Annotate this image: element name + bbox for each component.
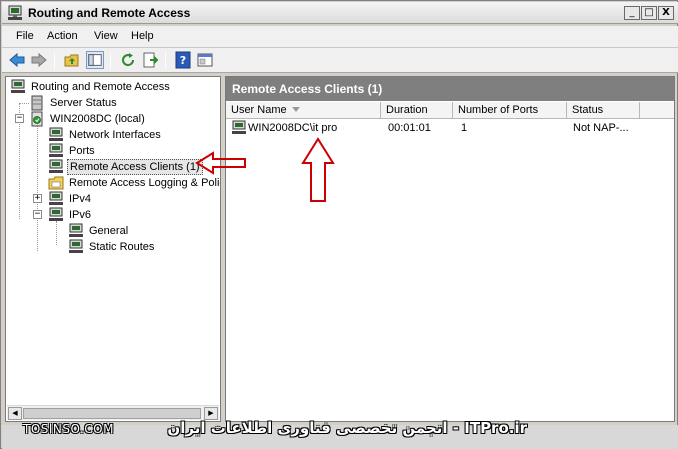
- forward-icon[interactable]: [30, 51, 48, 69]
- ipv6-icon: [49, 207, 63, 221]
- close-button[interactable]: X: [658, 6, 674, 20]
- svg-text:?: ?: [180, 54, 186, 67]
- toolbar-separator: [54, 52, 55, 69]
- tree-item-label: WIN2008DC (local): [50, 113, 145, 125]
- watermark-itpro: ITPro.ir - انجمن تخصصی فناوری اطلاعات ای…: [167, 419, 527, 437]
- ports-icon: [49, 143, 63, 157]
- watermark-tosinso: TOSINSO.COM: [23, 422, 114, 436]
- console-tree[interactable]: Routing and Remote Access Server Status …: [5, 76, 221, 422]
- title-bar[interactable]: Routing and Remote Access _ □ X: [2, 2, 678, 24]
- ipv4-icon: [49, 191, 63, 205]
- details-pane-title: Remote Access Clients (1): [226, 77, 674, 101]
- sort-descending-icon: [292, 107, 300, 112]
- scroll-thumb[interactable]: [23, 408, 201, 419]
- tree-item-label: Static Routes: [89, 241, 155, 253]
- column-duration[interactable]: Duration: [381, 102, 453, 119]
- menu-help[interactable]: Help: [131, 30, 154, 42]
- logging-folder-icon: [48, 176, 64, 190]
- remote-client-icon: [232, 120, 246, 134]
- tree-horizontal-scrollbar[interactable]: ◀ ▶: [7, 405, 219, 420]
- tree-connector: [19, 103, 29, 104]
- tree-connector: [37, 125, 38, 251]
- network-interfaces-icon: [49, 127, 63, 141]
- tree-item-label: Server Status: [50, 97, 117, 109]
- expand-ipv4-icon[interactable]: +: [33, 194, 42, 203]
- column-label: Number of Ports: [458, 104, 539, 116]
- annotation-left-arrow: [195, 151, 246, 175]
- cell-status: Not NAP-...: [573, 122, 629, 134]
- menu-file[interactable]: File: [16, 30, 34, 42]
- maximize-button[interactable]: □: [641, 6, 657, 20]
- cell-number-of-ports: 1: [461, 122, 468, 134]
- collapse-server-icon[interactable]: −: [15, 114, 24, 123]
- tree-item-label: IPv4: [69, 193, 92, 205]
- toolbar-separator: [165, 52, 166, 69]
- column-number-of-ports[interactable]: Number of Ports: [453, 102, 567, 119]
- server-status-icon: [31, 95, 43, 111]
- back-icon[interactable]: [8, 51, 26, 69]
- tree-item-label: General: [89, 225, 129, 237]
- rras-icon: [11, 79, 25, 93]
- window-title: Routing and Remote Access: [28, 6, 191, 20]
- server-icon: [31, 111, 43, 127]
- tree-connector: [56, 221, 57, 245]
- static-routes-icon: [69, 239, 83, 253]
- help-icon[interactable]: ?: [174, 51, 192, 69]
- menu-action[interactable]: Action: [47, 30, 78, 42]
- column-user-name[interactable]: User Name: [226, 102, 381, 119]
- tree-item-label: Remote Access Clients (1): [67, 159, 203, 175]
- tree-item-label: Remote Access Logging & Policies: [69, 177, 220, 189]
- annotation-up-arrow: [301, 137, 335, 202]
- minimize-button[interactable]: _: [624, 6, 640, 20]
- menu-bar: File Action View Help: [2, 26, 678, 47]
- export-list-icon[interactable]: [141, 51, 159, 69]
- column-label: Status: [572, 104, 604, 116]
- tree-item-label: Network Interfaces: [69, 129, 161, 141]
- up-folder-icon[interactable]: [63, 51, 81, 69]
- column-label: User Name: [231, 104, 287, 116]
- cell-user-name: WIN2008DC\it pro: [248, 122, 338, 134]
- tree-item-label: IPv6: [69, 209, 92, 221]
- menu-view[interactable]: View: [94, 30, 118, 42]
- tree-item-label: Ports: [69, 145, 95, 157]
- column-label: Duration: [386, 104, 428, 116]
- collapse-ipv6-icon[interactable]: −: [33, 210, 42, 219]
- properties-icon[interactable]: [196, 51, 214, 69]
- details-pane: Remote Access Clients (1) User Name Dura…: [225, 76, 675, 422]
- toolbar: ?: [2, 47, 678, 73]
- general-icon: [69, 223, 83, 237]
- column-status[interactable]: Status: [567, 102, 640, 119]
- rras-app-icon: [8, 5, 22, 20]
- toolbar-separator: [110, 52, 111, 69]
- cell-duration: 00:01:01: [388, 122, 431, 134]
- scroll-left-icon[interactable]: ◀: [8, 407, 22, 420]
- rras-window: Routing and Remote Access _ □ X File Act…: [0, 0, 678, 449]
- remote-clients-icon: [49, 159, 63, 173]
- refresh-icon[interactable]: [119, 51, 137, 69]
- show-hide-tree-icon[interactable]: [86, 51, 104, 69]
- column-filler: [640, 102, 674, 119]
- tree-item-label: Routing and Remote Access: [31, 81, 170, 93]
